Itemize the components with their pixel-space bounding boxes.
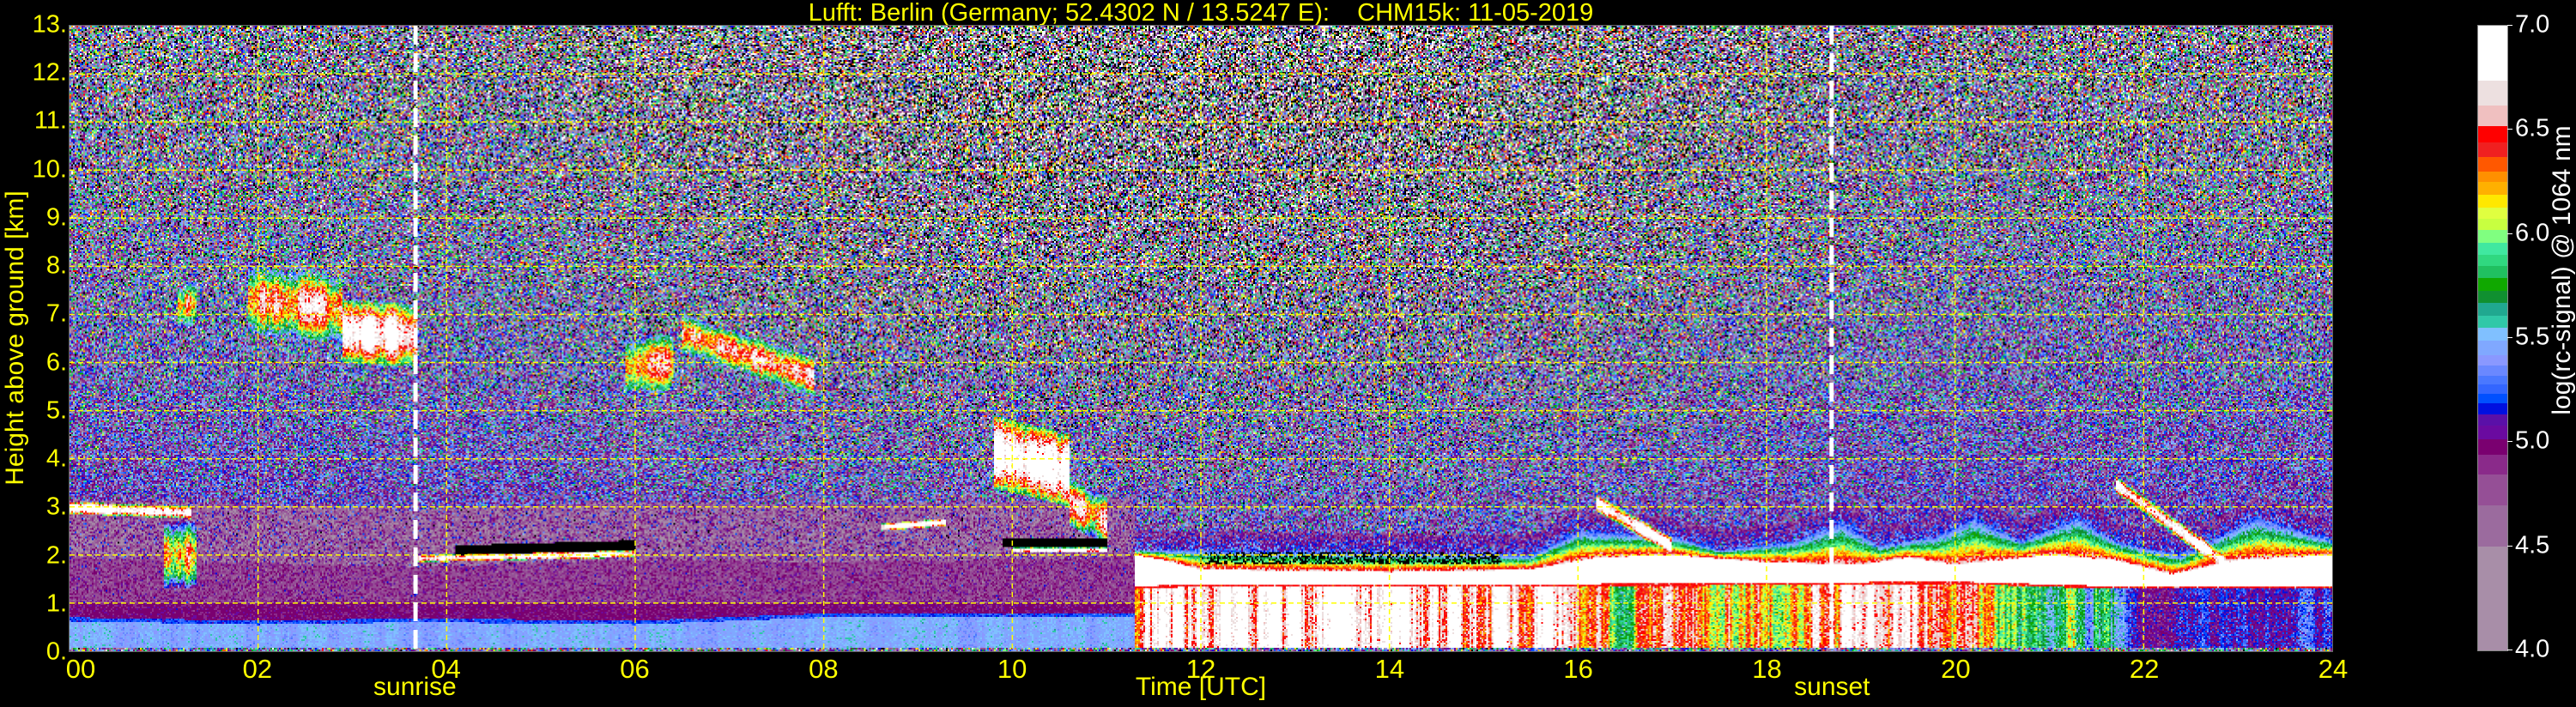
colorbar-band (2478, 125, 2507, 143)
colorbar-band (2478, 218, 2507, 231)
y-tick-label: 4. (45, 444, 67, 473)
colorbar-band (2478, 454, 2507, 475)
y-tick-label: 7. (45, 299, 67, 328)
y-tick-label: 9. (45, 203, 67, 232)
colorbar (2477, 25, 2508, 651)
colorbar-band (2478, 171, 2507, 183)
colorbar-band (2478, 505, 2507, 547)
grid-overlay (70, 26, 2332, 651)
colorbar-band (2478, 474, 2507, 505)
y-tick-label: 0. (45, 638, 67, 666)
x-axis-label: Time [UTC] (1135, 673, 1267, 701)
colorbar-tick-mark (2507, 441, 2512, 443)
y-tick-label: 10. (32, 155, 67, 184)
colorbar-band (2478, 105, 2507, 126)
colorbar-band (2478, 277, 2507, 291)
colorbar-tick-mark (2507, 337, 2512, 338)
colorbar-label: log(rc-signal) @ 1064 nm (2548, 125, 2576, 415)
colorbar-tick-label: 4.5 (2515, 531, 2550, 559)
colorbar-band (2478, 384, 2507, 394)
y-tick-label: 11. (33, 106, 67, 135)
colorbar-band (2478, 340, 2507, 355)
plot-area (69, 25, 2333, 652)
y-tick-label: 8. (45, 251, 67, 280)
y-tick-label: 3. (45, 492, 67, 521)
y-tick-label: 13. (32, 10, 67, 39)
colorbar-band (2478, 365, 2507, 377)
colorbar-band (2478, 438, 2507, 456)
y-tick-label: 2. (45, 541, 67, 570)
colorbar-band (2478, 207, 2507, 219)
colorbar-band (2478, 546, 2507, 651)
colorbar-band (2478, 156, 2507, 172)
colorbar-tick-label: 6.5 (2515, 114, 2550, 142)
colorbar-band (2478, 327, 2507, 341)
colorbar-band (2478, 315, 2507, 329)
colorbar-band (2478, 354, 2507, 366)
colorbar-band (2478, 26, 2507, 81)
colorbar-tick-label: 4.0 (2515, 635, 2550, 663)
colorbar-band (2478, 182, 2507, 196)
colorbar-band (2478, 290, 2507, 304)
y-tick-label: 1. (45, 589, 67, 618)
colorbar-band (2478, 242, 2507, 256)
colorbar-tick-mark (2507, 25, 2512, 26)
colorbar-band (2478, 414, 2507, 426)
colorbar-band (2478, 229, 2507, 243)
colorbar-band (2478, 142, 2507, 158)
y-tick-label: 5. (45, 396, 67, 425)
colorbar-band (2478, 375, 2507, 384)
chart-title: Lufft: Berlin (Germany; 52.4302 N / 13.5… (808, 0, 1594, 27)
colorbar-band (2478, 80, 2507, 106)
colorbar-tick-label: 5.0 (2515, 426, 2550, 455)
colorbar-tick-label: 7.0 (2515, 10, 2550, 39)
y-tick-label: 6. (45, 348, 67, 377)
colorbar-band (2478, 265, 2507, 279)
colorbar-band (2478, 393, 2507, 403)
y-tick-label: 12. (32, 58, 67, 87)
colorbar-tick-label: 5.5 (2515, 323, 2550, 351)
colorbar-band (2478, 254, 2507, 266)
y-axis-label: Height above ground [km] (1, 190, 29, 486)
colorbar-tick-mark (2507, 545, 2512, 547)
colorbar-band (2478, 425, 2507, 440)
colorbar-band (2478, 402, 2507, 415)
colorbar-band (2478, 194, 2507, 208)
colorbar-tick-label: 6.0 (2515, 219, 2550, 247)
colorbar-tick-mark (2507, 129, 2512, 130)
colorbar-tick-mark (2507, 233, 2512, 234)
colorbar-band (2478, 302, 2507, 316)
